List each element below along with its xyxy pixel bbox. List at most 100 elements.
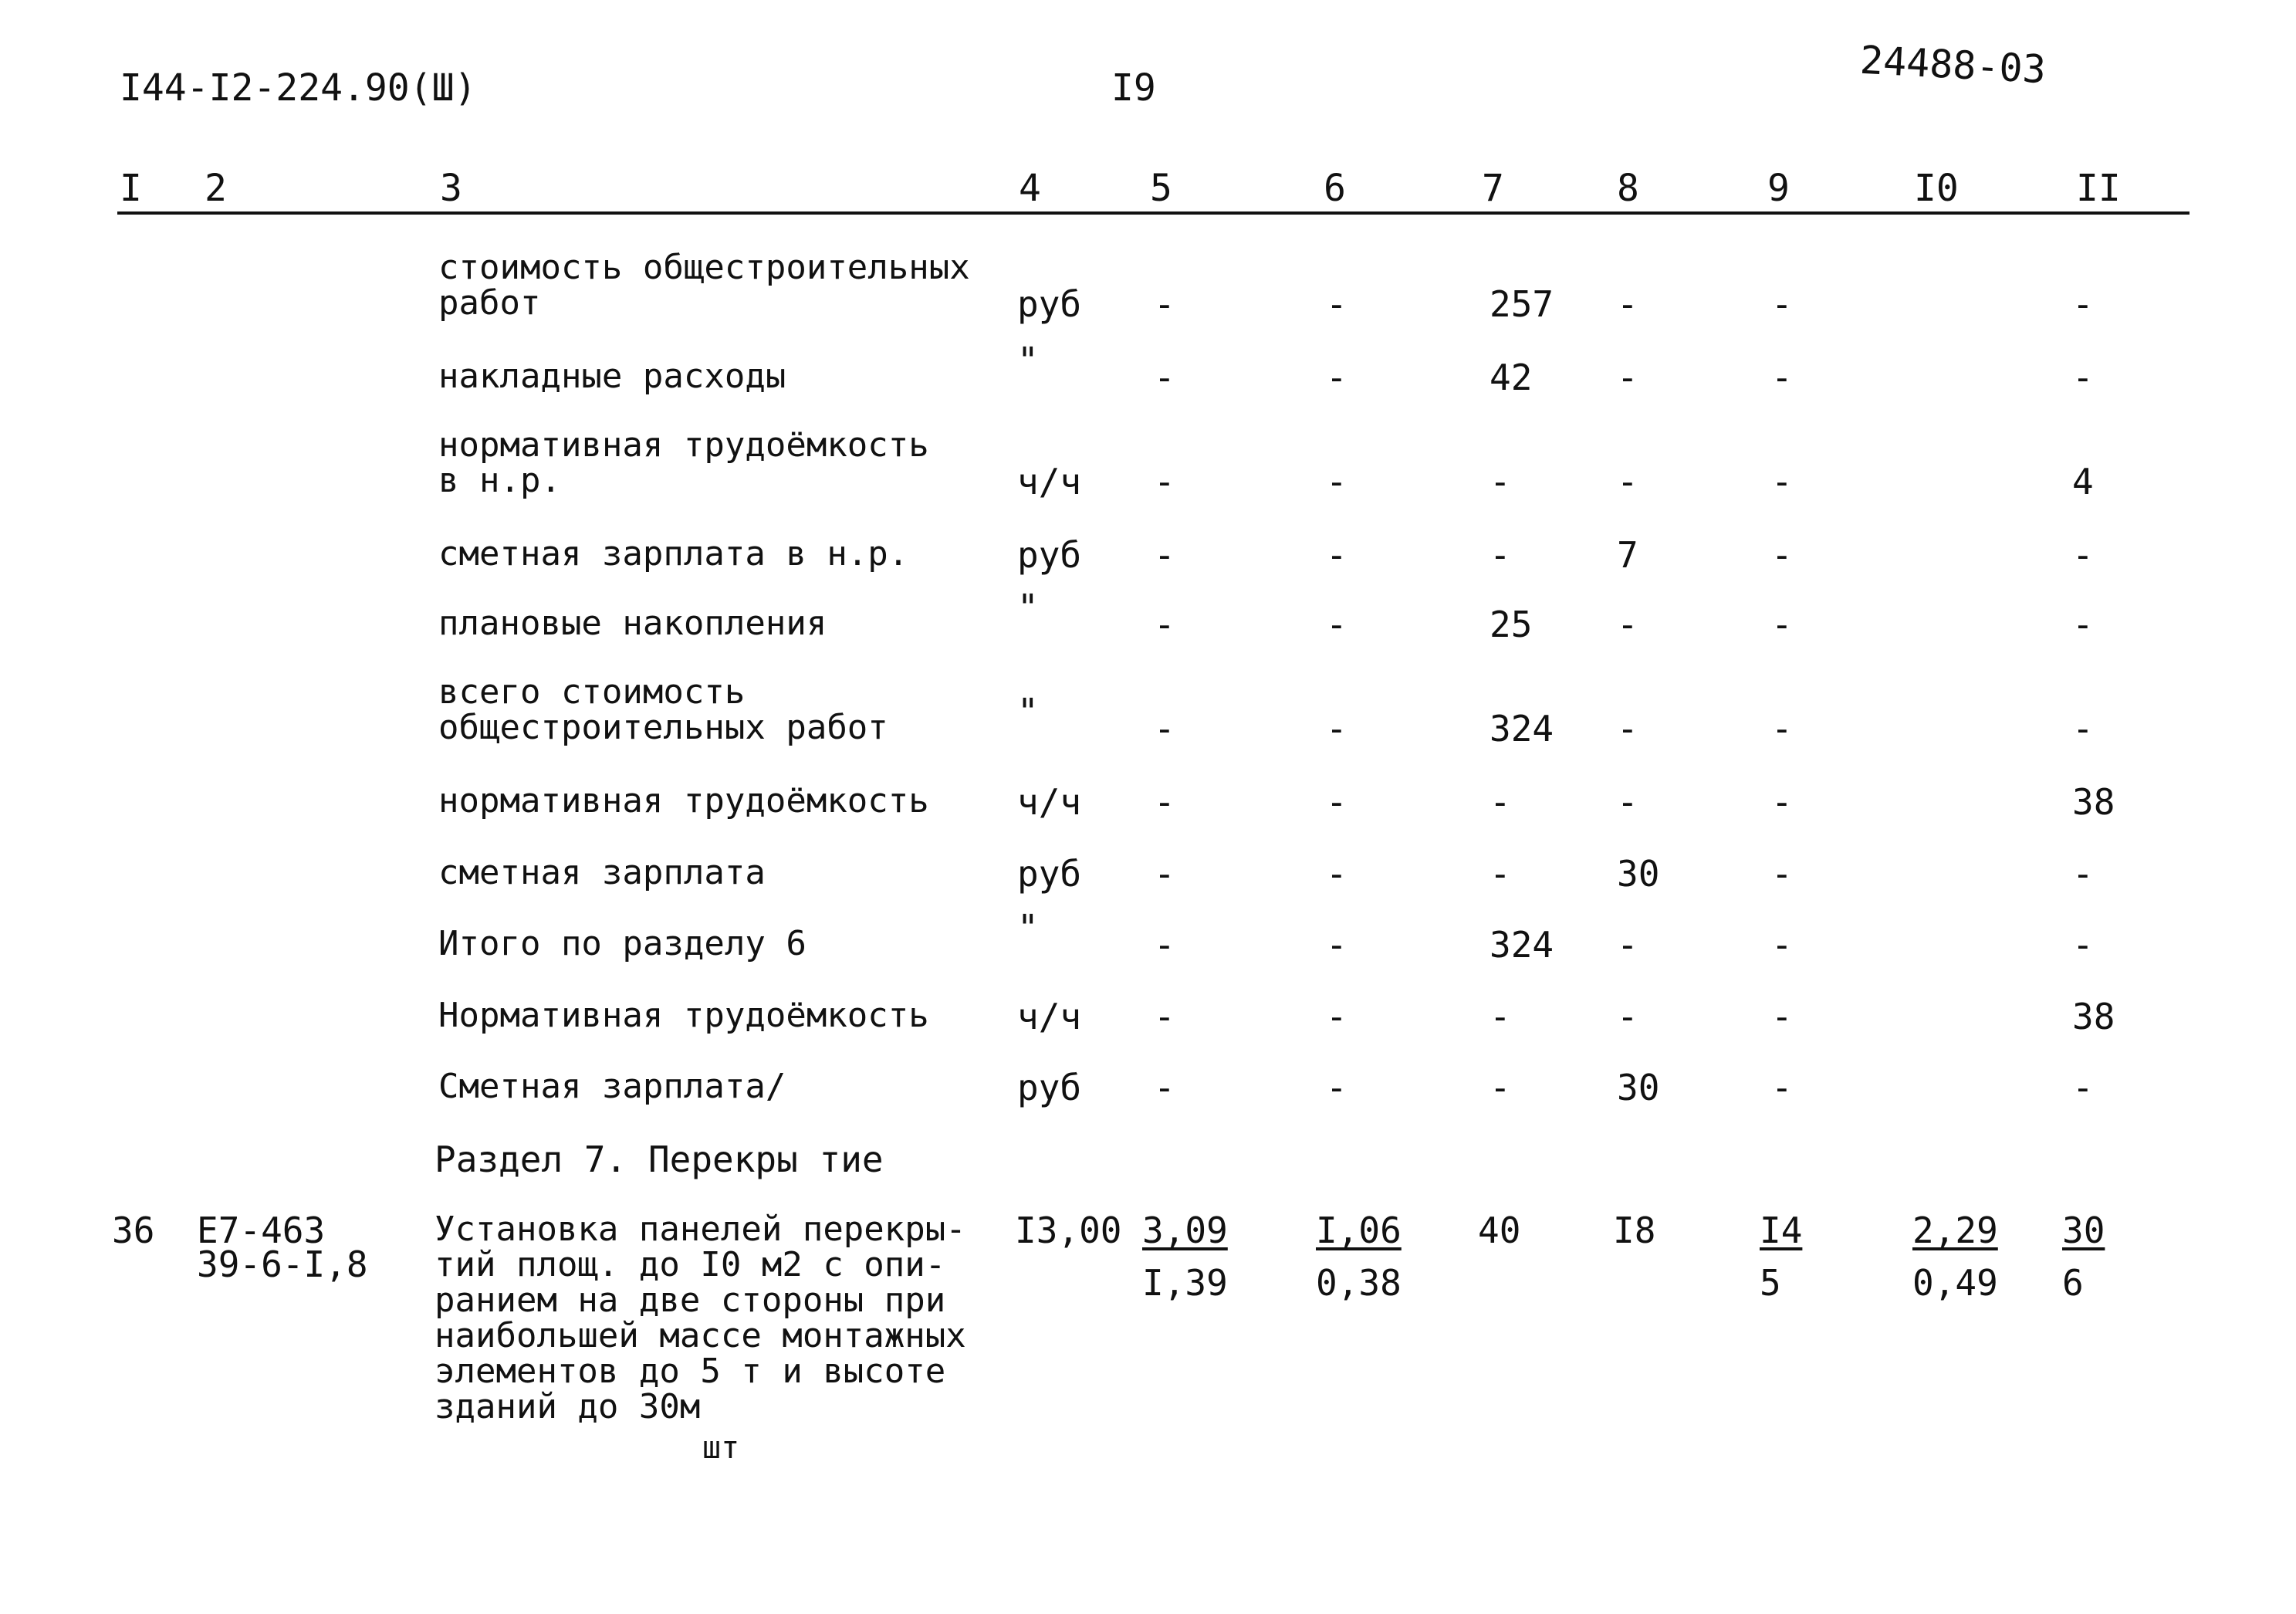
row-c9-value: - xyxy=(1771,781,1793,823)
column-header-3: 3 xyxy=(440,167,462,210)
row-c8-value: 30 xyxy=(1617,853,1660,895)
row-c11-value: 38 xyxy=(2072,996,2115,1037)
row-c8-value: - xyxy=(1617,781,1638,823)
row-c11-value: - xyxy=(2072,924,2094,966)
col7-value: 40 xyxy=(1478,1210,1521,1251)
row-unit: " xyxy=(1017,587,1039,628)
row-c9-value: - xyxy=(1771,708,1793,749)
column-header-4: 4 xyxy=(1019,167,1041,210)
item-unit: шт xyxy=(702,1430,740,1466)
row-c7-value: - xyxy=(1490,461,1511,502)
row-c7-value: - xyxy=(1490,996,1511,1037)
column-header-10: I0 xyxy=(1914,167,1959,210)
row-c6-value: - xyxy=(1326,534,1348,576)
row-c6-value: - xyxy=(1326,781,1348,823)
row-c8-value: - xyxy=(1617,708,1638,749)
column-header-11: II xyxy=(2076,167,2121,210)
row-c8-value: - xyxy=(1617,604,1638,645)
item-quantity: I3,00 xyxy=(1015,1210,1122,1251)
row-description: стоимость общестроительных работ xyxy=(438,248,970,323)
row-c9-value: - xyxy=(1771,283,1793,325)
row-c9-value: - xyxy=(1771,604,1793,645)
document-code: I44-I2-224.90(Ш) xyxy=(120,66,477,110)
col5-bottom: I,39 xyxy=(1142,1262,1228,1304)
column-header-5: 5 xyxy=(1150,167,1172,210)
row-c11-value: - xyxy=(2072,853,2094,895)
row-unit: ч/ч xyxy=(1017,781,1082,823)
row-c11-value: - xyxy=(2072,357,2094,398)
row-c8-value: - xyxy=(1617,924,1638,966)
row-c8-value: - xyxy=(1617,996,1638,1037)
row-description: нормативная трудоёмкость xyxy=(438,781,929,821)
column-header-1: I xyxy=(120,167,142,210)
col9-top: I4 xyxy=(1760,1210,1803,1251)
row-unit: руб xyxy=(1017,283,1082,325)
row-c8-value: 30 xyxy=(1617,1067,1660,1108)
col11-top: 30 xyxy=(2062,1210,2105,1251)
archive-stamp: 24488-03 xyxy=(1858,37,2047,93)
column-header-9: 9 xyxy=(1767,167,1790,210)
col6-top: I,06 xyxy=(1316,1210,1402,1251)
col9-bottom: 5 xyxy=(1760,1262,1781,1304)
row-c6-value: - xyxy=(1326,1067,1348,1108)
row-description: нормативная трудоёмкость в н.р. xyxy=(438,425,929,500)
row-c6-value: - xyxy=(1326,357,1348,398)
column-header-8: 8 xyxy=(1617,167,1639,210)
row-unit: руб xyxy=(1017,1067,1082,1108)
row-description: сметная зарплата xyxy=(438,853,766,892)
row-c7-value: - xyxy=(1490,781,1511,823)
row-c5-value: - xyxy=(1154,357,1175,398)
row-unit: руб xyxy=(1017,534,1082,576)
row-c9-value: - xyxy=(1771,996,1793,1037)
column-header-7: 7 xyxy=(1482,167,1504,210)
row-unit: " xyxy=(1017,340,1039,381)
row-c6-value: - xyxy=(1326,604,1348,645)
row-unit: руб xyxy=(1017,853,1082,895)
col5-top: 3,09 xyxy=(1142,1210,1228,1251)
row-description: Сметная зарплата/ xyxy=(438,1067,786,1106)
row-description: всего стоимость общестроительных работ xyxy=(438,672,888,747)
row-description: сметная зарплата в н.р. xyxy=(438,534,909,574)
row-c11-value: 4 xyxy=(2072,461,2094,502)
row-c9-value: - xyxy=(1771,534,1793,576)
col10-top: 2,29 xyxy=(1912,1210,1998,1251)
row-c11-value: 38 xyxy=(2072,781,2115,823)
row-c5-value: - xyxy=(1154,1067,1175,1108)
row-c7-value: 257 xyxy=(1490,283,1554,325)
section-7-title: Раздел 7. Перекры тие xyxy=(435,1139,884,1180)
row-c5-value: - xyxy=(1154,461,1175,502)
col11-bottom: 6 xyxy=(2062,1262,2084,1304)
row-c6-value: - xyxy=(1326,924,1348,966)
col6-bottom: 0,38 xyxy=(1316,1262,1402,1304)
page-number: I9 xyxy=(1111,66,1156,110)
row-description: Итого по разделу 6 xyxy=(438,924,806,963)
row-c7-value: - xyxy=(1490,1067,1511,1108)
row-c5-value: - xyxy=(1154,283,1175,325)
header-rule xyxy=(117,211,2189,215)
column-header-2: 2 xyxy=(205,167,227,210)
item-description: Установка панелей перекры- тий площ. до … xyxy=(435,1210,966,1426)
row-c11-value: - xyxy=(2072,534,2094,576)
row-c5-value: - xyxy=(1154,781,1175,823)
item-code-2: 39-6-I,8 xyxy=(197,1243,368,1285)
item-number: 36 xyxy=(112,1210,155,1251)
row-c7-value: 324 xyxy=(1490,708,1554,749)
row-c9-value: - xyxy=(1771,357,1793,398)
row-c8-value: - xyxy=(1617,283,1638,325)
row-c6-value: - xyxy=(1326,461,1348,502)
row-description: накладные расходы xyxy=(438,357,786,396)
row-c5-value: - xyxy=(1154,604,1175,645)
row-c8-value: 7 xyxy=(1617,534,1638,576)
row-c7-value: 25 xyxy=(1490,604,1533,645)
row-c8-value: - xyxy=(1617,357,1638,398)
row-c9-value: - xyxy=(1771,1067,1793,1108)
row-c8-value: - xyxy=(1617,461,1638,502)
row-c5-value: - xyxy=(1154,853,1175,895)
row-description: Нормативная трудоёмкость xyxy=(438,996,929,1035)
row-c11-value: - xyxy=(2072,283,2094,325)
row-c11-value: - xyxy=(2072,604,2094,645)
row-c9-value: - xyxy=(1771,461,1793,502)
row-c7-value: 324 xyxy=(1490,924,1554,966)
row-c9-value: - xyxy=(1771,924,1793,966)
row-unit: ч/ч xyxy=(1017,461,1082,502)
